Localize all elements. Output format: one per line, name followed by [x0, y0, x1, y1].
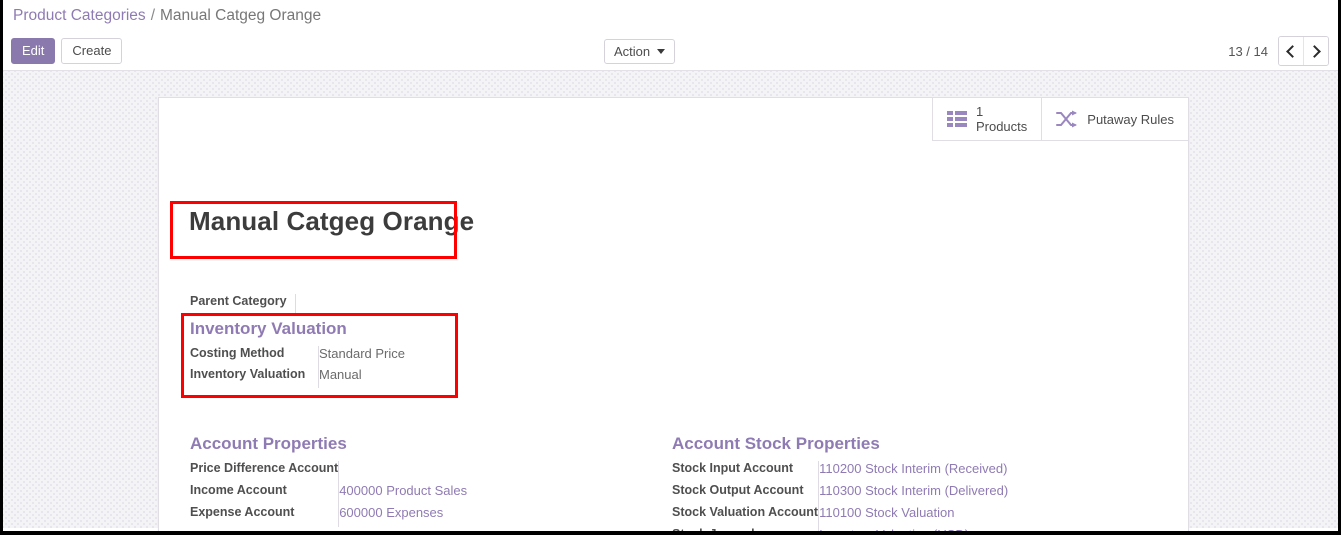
price-difference-account-label: Price Difference Account [190, 461, 339, 475]
page-title: Manual Catgeg Orange [189, 206, 475, 236]
stock-input-account-value[interactable]: 110200 Stock Interim (Received) [818, 461, 1009, 483]
breadcrumb-current: Manual Catgeg Orange [160, 7, 322, 24]
income-account-value[interactable]: 400000 Product Sales [338, 483, 468, 505]
field-row-stock-output-account: Stock Output Account 110300 Stock Interi… [672, 483, 1009, 505]
account-stock-properties-group: Account Stock Properties Stock Input Acc… [672, 434, 1009, 535]
smart-button-products-value: 1 [975, 104, 984, 119]
pager-count: 13 / 14 [1228, 43, 1268, 59]
stock-valuation-account-value[interactable]: 110100 Stock Valuation [818, 505, 1009, 527]
form-sheet: 1 Products Putaway Rules Manual Catgeg O… [158, 97, 1189, 535]
create-button[interactable]: Create [61, 38, 123, 64]
account-properties-group: Account Properties Price Difference Acco… [190, 434, 468, 527]
costing-method-label: Costing Method [190, 346, 285, 360]
smart-button-products-label: Products [975, 119, 1028, 134]
account-properties-section-title: Account Properties [190, 434, 347, 453]
field-row-parent-category: Parent Category [190, 294, 300, 315]
pager-next-button[interactable] [1303, 37, 1328, 65]
field-row-costing-method: Costing Method Standard Price [190, 346, 405, 367]
record-title-wrapper: Manual Catgeg Orange [189, 206, 474, 237]
action-dropdown-label: Action [614, 44, 651, 59]
stock-journal-label: Stock Journal [672, 527, 755, 535]
chevron-down-icon [657, 49, 666, 54]
shuffle-icon [1056, 110, 1078, 128]
smart-button-products[interactable]: 1 Products [931, 98, 1042, 141]
inventory-valuation-value[interactable]: Manual [318, 367, 405, 388]
action-dropdown-button[interactable]: Action [604, 39, 676, 64]
income-account-label: Income Account [190, 483, 287, 497]
inventory-valuation-section-title: Inventory Valuation [190, 319, 347, 338]
parent-category-label: Parent Category [190, 294, 287, 308]
stock-output-account-label: Stock Output Account [672, 483, 804, 497]
inventory-valuation-group: Inventory Valuation Costing Method Stand… [190, 319, 405, 388]
chevron-left-icon [1286, 44, 1299, 58]
th-list-icon [946, 111, 967, 127]
field-row-stock-input-account: Stock Input Account 110200 Stock Interim… [672, 461, 1009, 483]
pager-previous-button[interactable] [1279, 37, 1303, 65]
control-panel: Edit Create Action 13 / 14 [3, 32, 1338, 71]
costing-method-value[interactable]: Standard Price [318, 346, 405, 367]
field-row-income-account: Income Account 400000 Product Sales [190, 483, 468, 505]
field-row-inventory-valuation: Inventory Valuation Manual [190, 367, 405, 388]
expense-account-value[interactable]: 600000 Expenses [338, 505, 468, 527]
account-stock-properties-section-title: Account Stock Properties [672, 434, 880, 453]
field-row-stock-journal: Stock Journal Inventory Valuation (USD) [672, 527, 1009, 535]
smart-button-putaway-rules-label: Putaway Rules [1087, 111, 1174, 127]
field-row-expense-account: Expense Account 600000 Expenses [190, 505, 468, 527]
pager: 13 / 14 [1228, 36, 1329, 66]
inventory-valuation-label: Inventory Valuation [190, 367, 306, 381]
smart-button-putaway-rules[interactable]: Putaway Rules [1041, 98, 1188, 141]
smart-button-bar: 1 Products Putaway Rules [931, 98, 1188, 141]
stock-output-account-value[interactable]: 110300 Stock Interim (Delivered) [818, 483, 1009, 505]
expense-account-label: Expense Account [190, 505, 295, 519]
breadcrumb: Product Categories / Manual Catgeg Orang… [3, 0, 1338, 32]
content-area: 1 Products Putaway Rules Manual Catgeg O… [3, 71, 1338, 531]
parent-category-value[interactable] [294, 294, 300, 315]
field-row-price-difference-account: Price Difference Account [190, 461, 468, 483]
parent-category-group: Parent Category [190, 294, 300, 315]
breadcrumb-root-link[interactable]: Product Categories [13, 7, 146, 25]
field-row-stock-valuation-account: Stock Valuation Account 110100 Stock Val… [672, 505, 1009, 527]
edit-button[interactable]: Edit [11, 38, 56, 64]
price-difference-account-value[interactable] [338, 461, 468, 483]
stock-valuation-account-label: Stock Valuation Account [672, 505, 819, 519]
breadcrumb-separator: / [150, 7, 155, 24]
chevron-right-icon [1308, 44, 1321, 58]
odoo-product-category-form: Product Categories / Manual Catgeg Orang… [0, 0, 1341, 535]
stock-input-account-label: Stock Input Account [672, 461, 794, 475]
stock-journal-value[interactable]: Inventory Valuation (USD) [818, 527, 1009, 531]
